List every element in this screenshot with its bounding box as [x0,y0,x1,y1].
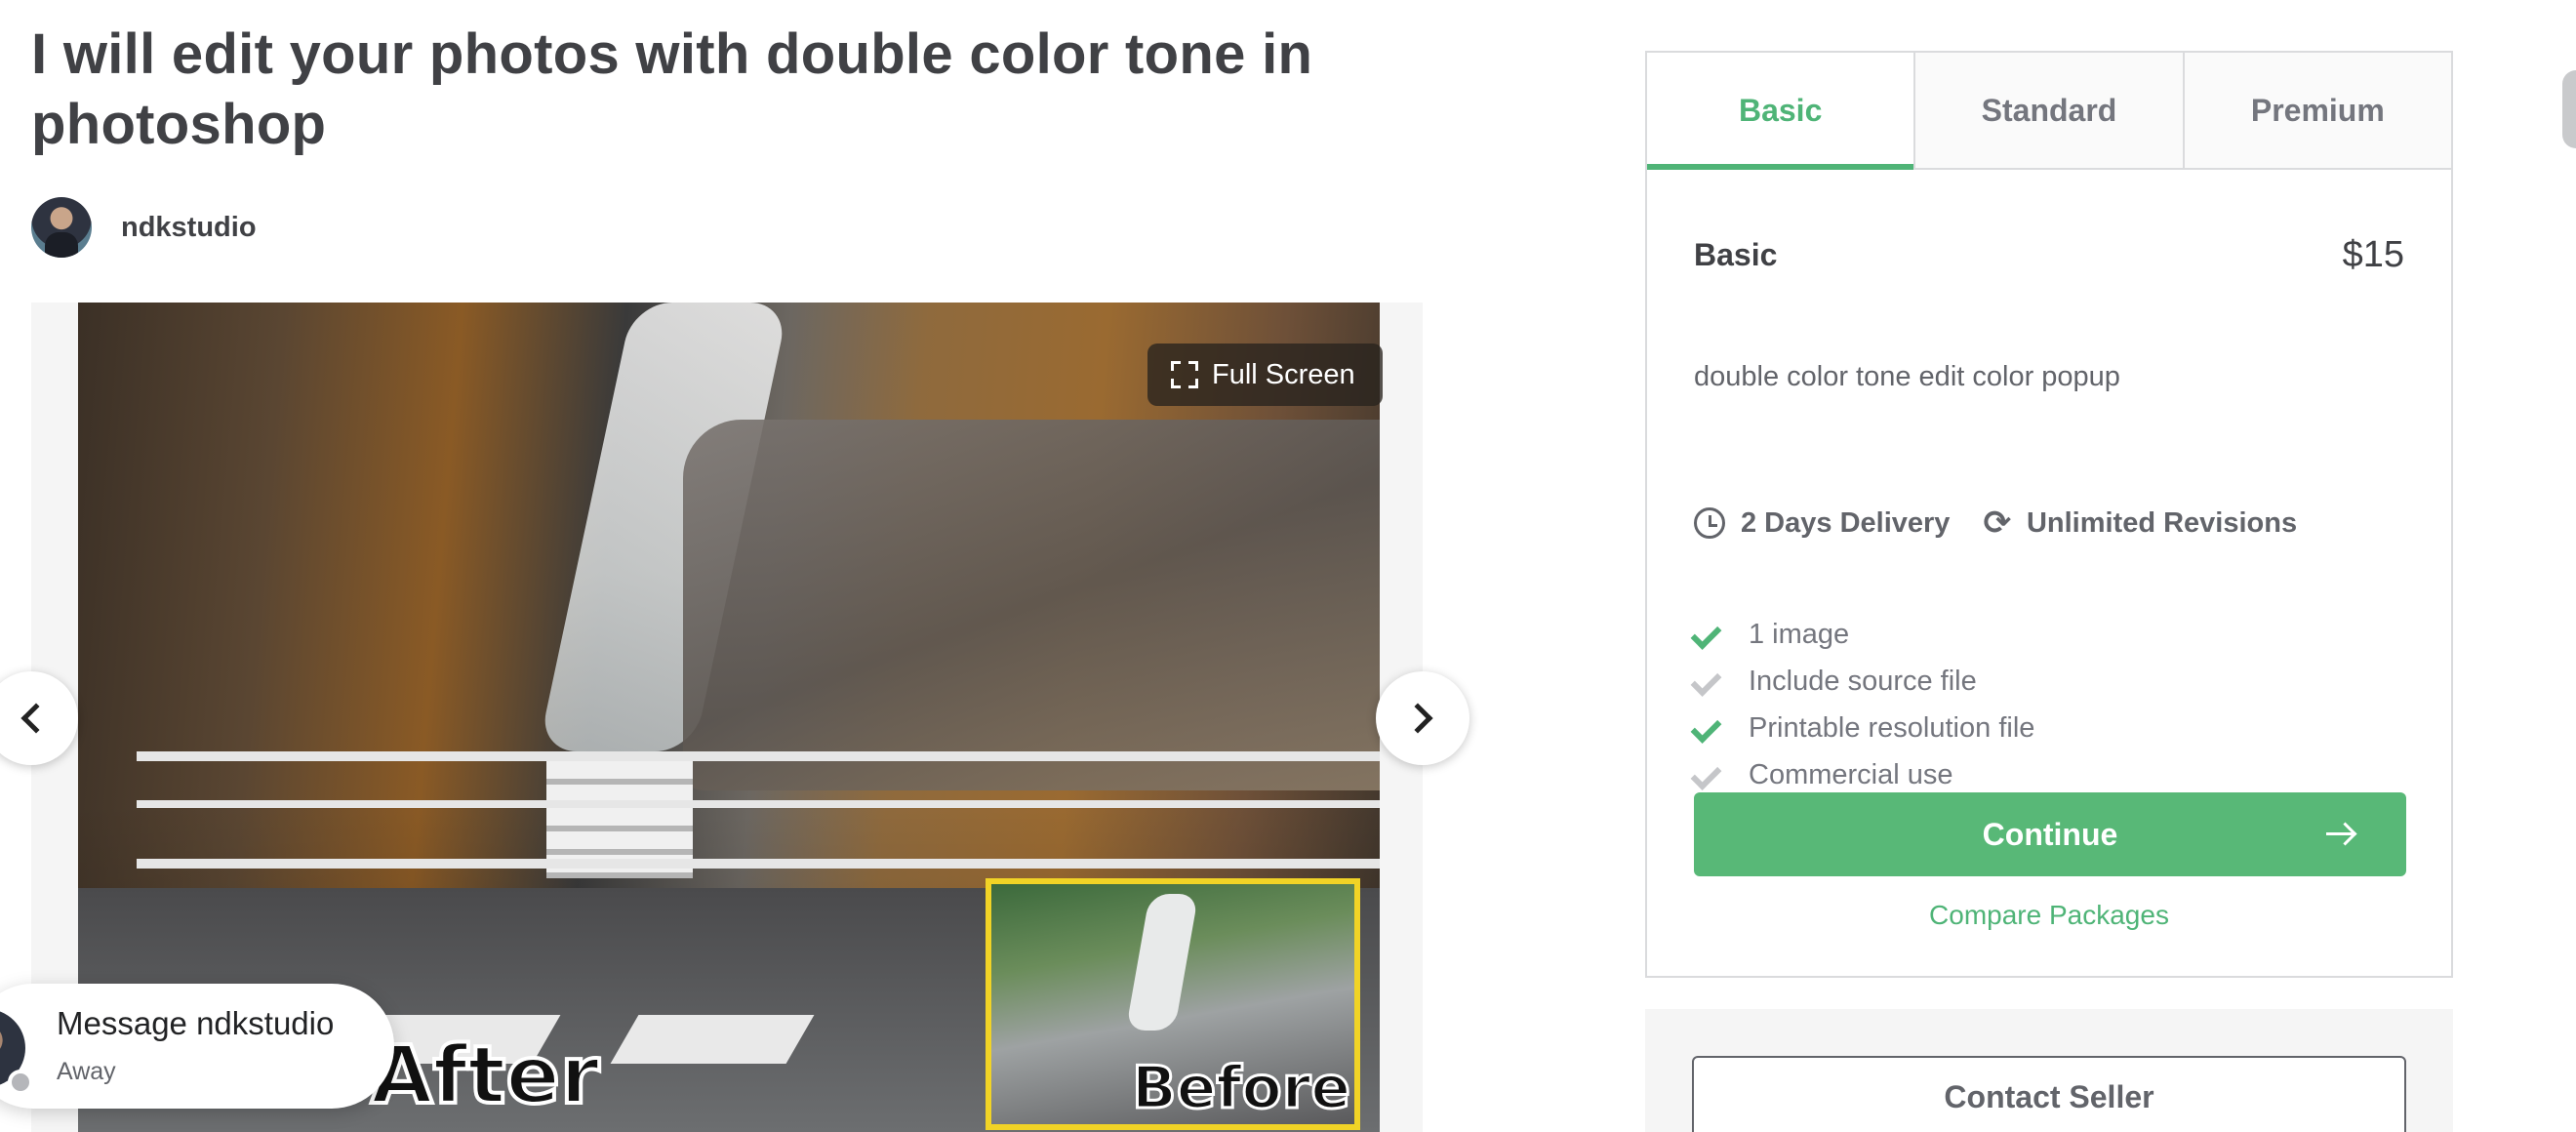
continue-button[interactable]: Continue [1694,792,2406,876]
package-panel: Basic Standard Premium Basic $15 double … [1645,51,2453,978]
chevron-left-icon [20,703,52,734]
gig-title: I will edit your photos with double colo… [31,22,1313,156]
gallery-next-button[interactable] [1376,671,1469,765]
revisions: Unlimited Revisions [2026,506,2298,539]
message-status: Away [57,1058,116,1085]
expand-icon [1171,361,1198,388]
seller-name[interactable]: ndkstudio [121,212,257,244]
check-icon [1694,671,1727,691]
feature-item: 1 image [1694,611,2034,658]
feature-label: 1 image [1749,618,1850,650]
feature-label: Include source file [1749,665,1977,697]
status-dot-icon [8,1070,33,1095]
after-label: After [369,1028,601,1124]
fullscreen-label: Full Screen [1212,358,1355,390]
message-title: Message ndkstudio [57,1005,335,1041]
side-handle[interactable] [2562,70,2576,148]
check-icon [1694,765,1727,785]
fullscreen-button[interactable]: Full Screen [1147,344,1383,406]
tab-standard[interactable]: Standard [1913,53,2183,168]
feature-list: 1 image Include source file Printable re… [1694,611,2034,798]
package-price: $15 [2342,234,2404,275]
feature-label: Printable resolution file [1749,711,2035,744]
continue-label: Continue [1982,816,2118,852]
package-name: Basic [1694,237,1778,272]
chevron-right-icon [1402,703,1433,734]
tab-basic[interactable]: Basic [1647,53,1914,170]
feature-label: Commercial use [1749,758,1953,790]
tab-premium[interactable]: Premium [2182,53,2451,168]
message-seller-bubble[interactable]: Message ndkstudio Away [0,984,394,1109]
package-meta: 2 Days Delivery ⟳ Unlimited Revisions [1694,504,2297,543]
clock-icon [1694,507,1725,539]
compare-packages-link[interactable]: Compare Packages [1647,900,2451,931]
seller-info[interactable]: ndkstudio [31,197,257,258]
arrow-right-icon [2326,820,2355,849]
package-tabs: Basic Standard Premium [1647,53,2451,170]
check-icon [1694,718,1727,738]
feature-item: Commercial use [1694,751,2034,798]
contact-seller-button[interactable]: Contact Seller [1692,1056,2406,1132]
package-description: double color tone edit color popup [1694,361,2120,392]
feature-item: Include source file [1694,658,2034,705]
refresh-icon: ⟳ [1983,505,2011,542]
before-label: Before [1130,1053,1351,1124]
contact-section: Contact Seller [1645,1009,2453,1132]
seller-avatar[interactable] [31,197,92,258]
feature-item: Printable resolution file [1694,705,2034,751]
check-icon [1694,625,1727,644]
delivery-time: 2 Days Delivery [1741,506,1951,539]
